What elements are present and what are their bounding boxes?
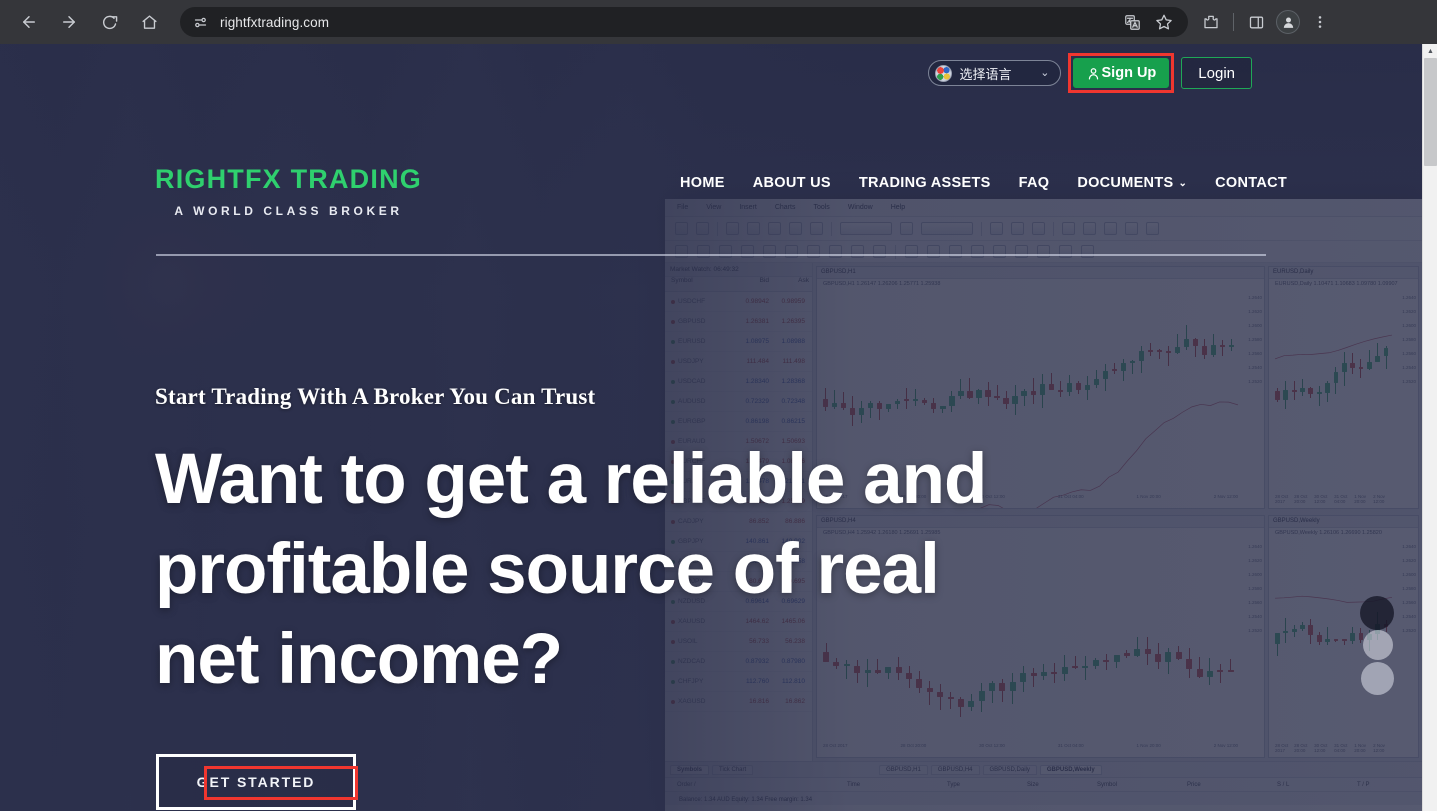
chevron-down-icon: ⌄ [1178,177,1188,189]
get-started-label: GET STARTED [196,774,316,790]
nav-item-contact[interactable]: CONTACT [1215,175,1287,191]
page-scrollbar[interactable]: ▲ [1422,44,1437,811]
nav-item-label: DOCUMENTS [1077,175,1174,191]
globe-icon [934,64,952,82]
nav-item-label: TRADING ASSETS [858,175,991,191]
nav-item-label: CONTACT [1215,175,1288,191]
get-started-button[interactable]: GET STARTED [156,754,356,810]
logo-main-text: RIGHTFX TRADING [155,164,422,194]
signup-button-wrapper: Sign Up [1067,53,1175,93]
toolbar-divider [1233,13,1234,31]
star-icon[interactable] [1150,8,1178,36]
back-button[interactable] [12,5,46,39]
translate-icon[interactable] [1118,8,1146,36]
nav-item-label: FAQ [1018,175,1050,191]
back-arrow-icon [20,13,38,31]
topbar-actions: 选择语言 ⌄ Sign Up Login [927,53,1252,93]
browser-chrome: rightfxtrading.com [0,0,1437,44]
forward-button[interactable] [52,5,86,39]
scroll-up-arrow[interactable]: ▲ [1423,44,1437,58]
nav-item-label: HOME [680,175,725,191]
nav-item-about-us[interactable]: ABOUT US [753,175,831,191]
page-viewport: File View Insert Charts Tools Window Hel… [0,44,1422,811]
support-widget[interactable] [1363,630,1393,660]
nav-item-home[interactable]: HOME [680,175,725,191]
browser-toolbar-actions [1196,7,1335,37]
language-selector[interactable]: 选择语言 ⌄ [927,60,1061,86]
reload-button[interactable] [92,5,126,39]
reload-icon [101,14,118,31]
home-icon [141,14,158,31]
hero-kicker: Start Trading With A Broker You Can Trus… [155,384,596,409]
profile-button[interactable] [1273,7,1303,37]
side-panel-icon[interactable] [1241,7,1271,37]
chevron-down-icon: ⌄ [1040,66,1050,79]
home-button[interactable] [132,5,166,39]
logo-tagline: A WORLD CLASS BROKER [174,204,403,218]
login-label: Login [1198,64,1235,82]
main-navigation: HOME ABOUT US TRADING ASSETS FAQ DOCUMENTS ⌄ C… [680,175,1287,191]
hero-section: Start Trading With A Broker You Can Trus… [155,384,1015,705]
profile-avatar-icon [1276,10,1300,34]
language-selector-label: 选择语言 [959,66,1012,82]
puzzle-icon[interactable] [1196,7,1226,37]
chat-bubble-widget[interactable] [1360,596,1394,630]
header-divider [156,254,1266,256]
nav-item-faq[interactable]: FAQ [1019,175,1050,191]
omnibox-actions [1118,8,1178,36]
sign-up-button[interactable]: Sign Up [1072,58,1170,88]
site-settings-icon[interactable] [190,12,210,32]
scroll-top-widget[interactable] [1361,662,1394,695]
nav-item-documents[interactable]: DOCUMENTS ⌄ [1077,175,1187,191]
sign-up-label: Sign Up [1101,65,1157,81]
site-topbar: 选择语言 ⌄ Sign Up Login [0,44,1422,100]
hero-headline: Want to get a reliable and profitable so… [155,440,987,700]
cta-wrapper: GET STARTED [156,754,358,810]
site-logo[interactable]: RIGHTFX TRADING A WORLD CLASS BROKER [155,164,422,219]
nav-item-trading-assets[interactable]: TRADING ASSETS [859,175,991,191]
nav-item-label: ABOUT US [752,175,831,191]
login-button[interactable]: Login [1181,57,1252,89]
address-bar[interactable]: rightfxtrading.com [180,7,1188,37]
user-icon [1086,66,1101,81]
url-text: rightfxtrading.com [220,14,330,30]
scrollbar-thumb[interactable] [1424,58,1437,166]
three-dot-menu-icon[interactable] [1305,7,1335,37]
forward-arrow-icon [60,13,78,31]
